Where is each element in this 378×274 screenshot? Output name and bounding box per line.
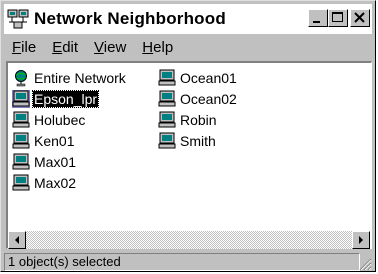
maximize-icon [332,12,343,22]
menu-edit[interactable]: Edit [44,39,86,56]
list-item-label: Smith [180,132,216,149]
computer-icon [12,132,30,148]
maximize-button[interactable] [328,9,348,27]
horizontal-scrollbar[interactable] [8,231,370,249]
computer-icon [12,111,30,127]
menu-bar: File Edit View Help [4,36,372,58]
list-item-entire-network[interactable]: Entire Network [12,67,127,88]
list-item-max01[interactable]: Max01 [12,151,127,172]
list-item-epson-lpr[interactable]: Epson_lpr [12,88,127,109]
status-bar: 1 object(s) selected [4,253,372,271]
list-item-smith[interactable]: Smith [158,130,238,151]
computer-icon [158,90,176,106]
list-column-2: Ocean01 Ocean02 Robin Smith [158,67,238,151]
network-neighborhood-icon [7,9,29,29]
network-neighborhood-window: Network Neighborhood File Edit View Help [0,0,376,272]
list-item-label: Ocean02 [180,90,237,107]
title-bar[interactable]: Network Neighborhood [4,4,372,34]
list-item-label: Ken01 [34,132,75,149]
list-item-label: Max01 [34,153,77,170]
close-button[interactable] [350,9,370,27]
list-item-max02[interactable]: Max02 [12,172,127,193]
minimize-button[interactable] [308,9,328,27]
computer-icon [158,111,176,127]
file-list-view[interactable]: Entire Network Epson_lpr Holubec Ken01 M… [6,61,372,249]
computer-icon [12,174,30,190]
close-icon [354,12,365,23]
status-text: 1 object(s) selected [4,253,360,271]
window-title: Network Neighborhood [34,9,226,28]
menu-view[interactable]: View [86,39,134,56]
list-item-robin[interactable]: Robin [158,109,238,130]
title-controls [308,9,370,27]
list-item-ocean02[interactable]: Ocean02 [158,88,238,109]
computer-icon [12,153,30,169]
computer-icon [158,132,176,148]
list-item-label: Holubec [34,111,86,128]
list-item-label: Robin [180,111,217,128]
minimize-icon [313,21,320,23]
list-item-holubec[interactable]: Holubec [12,109,127,130]
list-item-ken01[interactable]: Ken01 [12,130,127,151]
entire-network-icon [15,69,27,86]
list-item-label: Max02 [34,174,77,191]
list-item-label: Epson_lpr [31,89,100,108]
list-item-label: Ocean01 [180,69,237,86]
computer-icon [158,69,176,85]
list-item-ocean01[interactable]: Ocean01 [158,67,238,88]
menu-help[interactable]: Help [134,39,181,56]
resize-grip-icon[interactable] [358,257,372,271]
list-item-label: Entire Network [34,69,126,86]
scroll-right-button[interactable] [352,231,370,249]
scroll-left-button[interactable] [8,231,26,249]
list-column-1: Entire Network Epson_lpr Holubec Ken01 M… [12,67,127,193]
menu-file[interactable]: File [4,39,44,56]
arrow-right-icon [359,236,363,244]
arrow-left-icon [15,236,19,244]
computer-icon [12,89,30,108]
